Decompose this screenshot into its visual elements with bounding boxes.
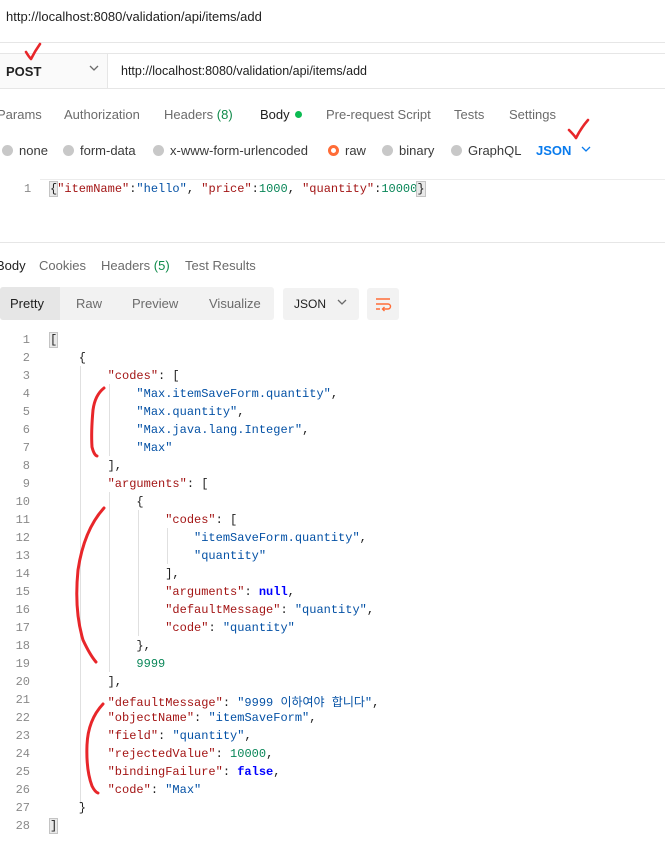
bracket-annotation (90, 386, 106, 458)
bracket-annotation (85, 702, 105, 795)
check-mark-icon (24, 42, 42, 61)
annotation-overlay (24, 42, 590, 795)
bracket-annotation (75, 506, 106, 664)
check-mark-icon (567, 118, 590, 140)
